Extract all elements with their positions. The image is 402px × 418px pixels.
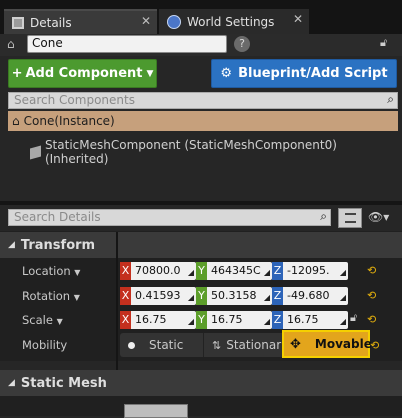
component-static-mesh[interactable]: StaticMeshComponent (StaticMeshComponent… — [30, 138, 402, 166]
rotation-x-field[interactable]: 0.41593 ◢ — [131, 287, 196, 305]
dot-icon — [128, 341, 135, 349]
rotation-y-axis: Y — [196, 287, 207, 305]
close-icon[interactable]: ✕ — [141, 14, 151, 28]
chevron-down-icon: ▼ — [146, 68, 154, 79]
tab-world-settings-label: World Settings — [187, 14, 275, 29]
reset-icon[interactable]: ⟲ — [367, 313, 376, 326]
mobility-static-option[interactable]: Static — [120, 333, 203, 357]
add-component-button[interactable]: + Add Component ▼ — [8, 59, 157, 88]
collapse-icon: ◢ — [8, 240, 15, 250]
scale-y-field[interactable]: 16.75 ◢ — [207, 311, 272, 329]
search-icon: ⌕ — [387, 92, 394, 106]
rotation-y-field[interactable]: 50.3158 ◢ — [207, 287, 272, 305]
collapse-icon: ◢ — [8, 378, 15, 388]
view-options-button[interactable] — [338, 208, 362, 228]
mobility-stationary-option[interactable]: ⇅ Stationar — [203, 333, 281, 357]
transform-category[interactable]: ◢ Transform — [0, 232, 402, 258]
reset-icon[interactable]: ⟲ — [370, 339, 379, 352]
gears-icon: ⚙ — [220, 66, 233, 81]
scale-x-field[interactable]: 16.75 ◢ — [131, 311, 196, 329]
static-mesh-icon — [30, 145, 41, 159]
lock-icon[interactable]: 🔓︎ — [380, 36, 387, 50]
mobility-movable-option[interactable]: ✥ Movable — [282, 330, 372, 358]
tab-world-settings[interactable]: World Settings ✕ — [159, 9, 309, 34]
static-mesh-panel — [0, 396, 402, 416]
plus-icon: + — [11, 66, 23, 81]
scale-z-field[interactable]: 16.75 ◢ — [283, 311, 348, 329]
scale-z-axis: Z — [272, 311, 283, 329]
scale-label[interactable]: Scale ▼ — [22, 313, 63, 327]
help-icon[interactable]: ? — [234, 36, 250, 52]
component-root[interactable]: ⌂ Cone(Instance) — [8, 111, 398, 131]
blueprint-label: Blueprint/Add Script — [238, 66, 388, 81]
lock-icon[interactable]: 🔓︎ — [350, 311, 357, 325]
static-mesh-category[interactable]: ◢ Static Mesh — [0, 370, 402, 396]
panel-splitter[interactable] — [0, 201, 402, 205]
reset-icon[interactable]: ⟲ — [367, 264, 376, 277]
location-label[interactable]: Location ▼ — [22, 264, 80, 278]
tab-details[interactable]: Details ✕ — [4, 9, 157, 34]
rotation-label[interactable]: Rotation ▼ — [22, 289, 80, 303]
globe-icon — [167, 14, 181, 29]
rotation-z-field[interactable]: -49.680 ◢ — [283, 287, 348, 305]
mobility-selector: Static ⇅ Stationar ✥ Movable — [120, 330, 372, 358]
location-x-axis: X — [120, 262, 131, 280]
blueprint-add-script-button[interactable]: ⚙ Blueprint/Add Script — [211, 59, 397, 88]
search-details-input[interactable]: Search Details ⌕ — [8, 209, 331, 226]
scale-x-axis: X — [120, 311, 131, 329]
reset-icon[interactable]: ⟲ — [367, 289, 376, 302]
tab-details-label: Details — [30, 15, 72, 30]
location-y-field[interactable]: 464345C ◢ — [207, 262, 272, 280]
actor-icon: ⌂ — [7, 37, 15, 51]
close-icon[interactable]: ✕ — [293, 12, 303, 26]
search-components-input[interactable]: Search Components ⌕ — [8, 92, 398, 109]
actor-name-field[interactable]: Cone — [27, 35, 227, 53]
eye-icon[interactable]: 👁︎▾ — [368, 210, 389, 224]
mobility-label: Mobility — [22, 338, 68, 352]
location-y-axis: Y — [196, 262, 207, 280]
grid-icon — [345, 213, 356, 223]
rotation-x-axis: X — [120, 287, 131, 305]
location-z-field[interactable]: -12095. ◢ — [283, 262, 348, 280]
rotation-z-axis: Z — [272, 287, 283, 305]
stationary-icon: ⇅ — [212, 338, 222, 352]
search-icon: ⌕ — [320, 209, 327, 223]
scale-y-axis: Y — [196, 311, 207, 329]
details-icon — [12, 16, 24, 29]
actor-icon: ⌂ — [12, 114, 20, 128]
location-x-field[interactable]: 70800.0 ◢ — [131, 262, 196, 280]
location-z-axis: Z — [272, 262, 283, 280]
add-component-label: Add Component — [25, 66, 143, 81]
move-icon: ✥ — [290, 336, 301, 352]
